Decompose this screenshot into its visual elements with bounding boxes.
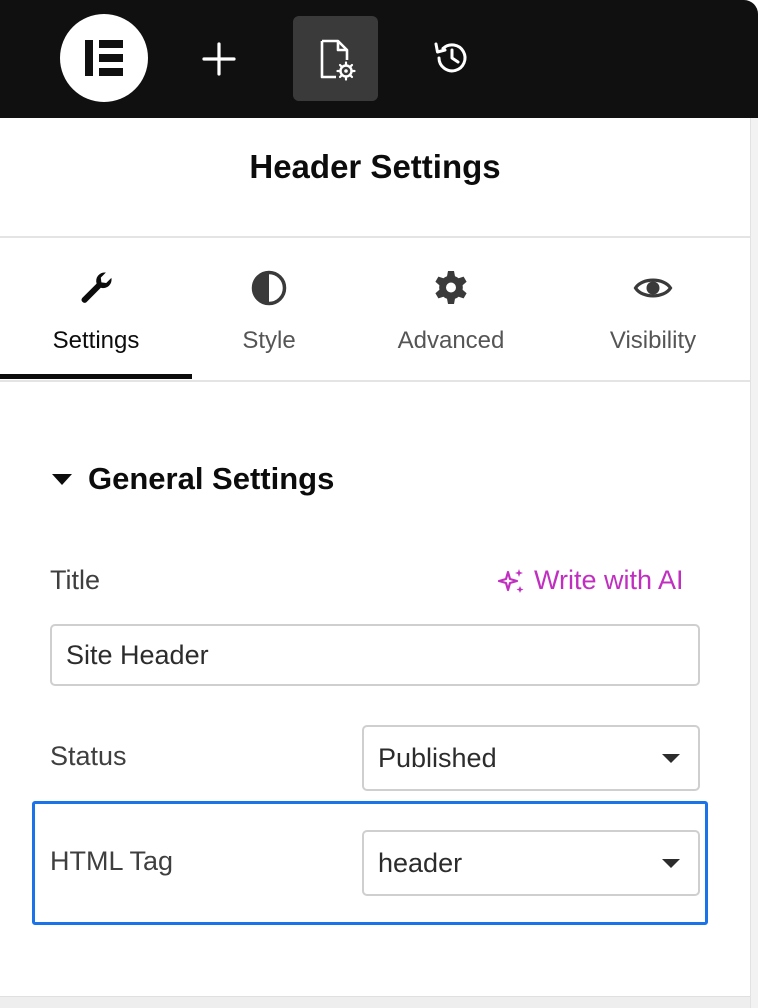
- divider: [0, 380, 750, 382]
- html-tag-label: HTML Tag: [50, 846, 174, 876]
- tab-label: Style: [242, 327, 296, 354]
- half-circle-icon: [251, 270, 287, 306]
- title-label: Title: [50, 565, 101, 595]
- add-element-button[interactable]: [190, 30, 248, 88]
- panel-title: Header Settings: [249, 148, 501, 185]
- page-settings-button[interactable]: [293, 16, 378, 101]
- status-select[interactable]: Published: [362, 725, 700, 791]
- write-with-ai-button[interactable]: Write with AI: [496, 565, 684, 596]
- active-tab-indicator: [0, 374, 192, 379]
- editor-panel: Header Settings Settings Style Advanced: [0, 0, 758, 1008]
- status-select-value: Published: [378, 743, 497, 773]
- history-icon: [434, 42, 467, 73]
- sparkle-icon: [497, 568, 524, 593]
- gear-icon: [435, 271, 467, 304]
- chevron-down-icon: [662, 754, 680, 763]
- html-tag-select-value: header: [378, 848, 463, 878]
- top-toolbar: [0, 0, 758, 118]
- page-settings-icon: [320, 39, 356, 81]
- chevron-down-icon: [662, 859, 680, 868]
- wrench-icon: [81, 272, 112, 303]
- title-input[interactable]: [50, 624, 700, 686]
- section-title[interactable]: General Settings: [88, 461, 334, 497]
- tab-style[interactable]: Style: [192, 238, 346, 380]
- plus-icon: [202, 42, 236, 76]
- tab-advanced[interactable]: Advanced: [346, 238, 556, 380]
- tab-label: Advanced: [397, 327, 505, 354]
- tab-visibility[interactable]: Visibility: [556, 238, 750, 380]
- caret-down-icon[interactable]: [52, 474, 72, 485]
- tab-label: Settings: [52, 327, 140, 354]
- html-tag-select[interactable]: header: [362, 830, 700, 896]
- status-label: Status: [50, 741, 127, 771]
- history-button[interactable]: [424, 30, 480, 86]
- write-with-ai-label: Write with AI: [534, 565, 684, 595]
- panel-scroll-edge: [750, 118, 758, 1008]
- tab-label: Visibility: [609, 327, 697, 354]
- eye-icon: [633, 278, 673, 298]
- elementor-logo-icon[interactable]: [60, 14, 148, 102]
- panel-footer-edge: [0, 996, 750, 1008]
- tab-settings[interactable]: Settings: [0, 238, 192, 380]
